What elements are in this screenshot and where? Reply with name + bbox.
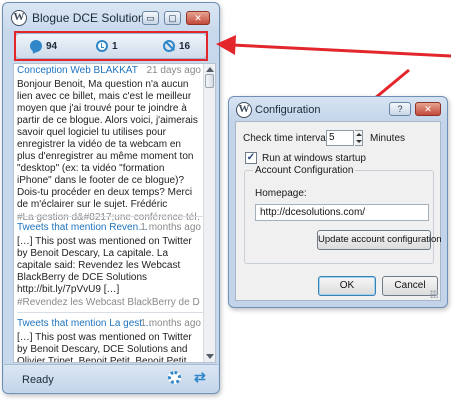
update-account-button[interactable]: Update account configuration	[317, 230, 442, 250]
close-button[interactable]: ✕	[415, 102, 441, 116]
interval-input[interactable]: 5	[326, 130, 354, 146]
run-at-startup-label[interactable]: Run at windows startup	[262, 153, 366, 164]
homepage-label: Homepage:	[255, 188, 307, 199]
homepage-field[interactable]: http://dcesolutions.com/	[255, 204, 429, 221]
interval-spinner[interactable]	[355, 130, 363, 146]
account-group-title: Account Configuration	[253, 165, 356, 176]
wordpress-logo-icon: W	[236, 102, 252, 118]
dialog-title: Configuration	[255, 104, 321, 116]
interval-label: Check time interval:	[243, 133, 331, 144]
help-button[interactable]: ?	[389, 102, 411, 116]
run-at-startup-checkbox[interactable]: ✓	[245, 152, 257, 164]
resize-grip[interactable]	[430, 290, 438, 298]
arrow-to-tabs	[216, 35, 452, 58]
account-group: Account Configuration Homepage: http://d…	[244, 165, 442, 264]
dialog-body: Check time interval: 5 Minutes ✓ Run at …	[235, 121, 442, 301]
configuration-dialog: W Configuration ? ✕ Check time interval:…	[228, 96, 448, 308]
ok-button[interactable]: OK	[318, 276, 376, 296]
interval-unit: Minutes	[370, 133, 406, 144]
